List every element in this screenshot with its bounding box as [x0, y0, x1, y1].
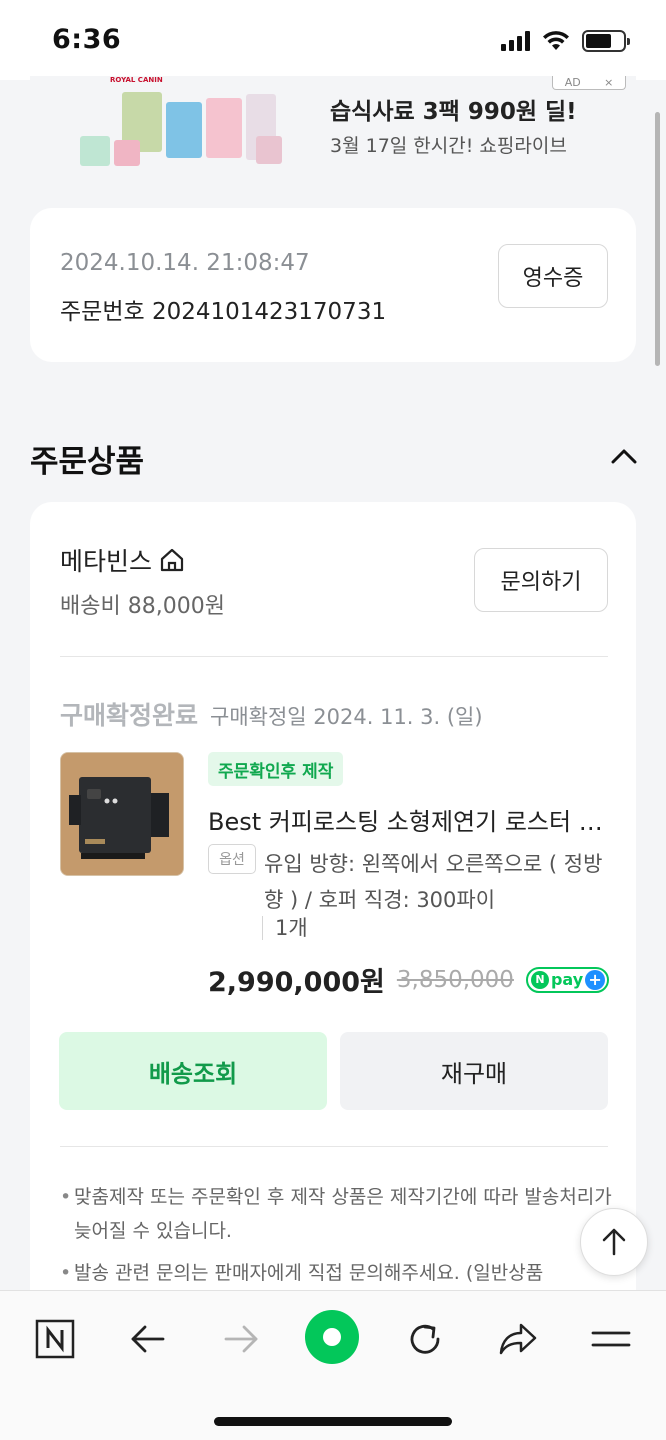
- product-image[interactable]: [60, 752, 184, 876]
- ad-brand-logo: ROYAL CANIN: [110, 76, 163, 84]
- rebuy-button[interactable]: 재구매: [340, 1032, 608, 1110]
- arrow-left-icon: [131, 1325, 165, 1353]
- order-info-card: 2024.10.14. 21:08:47 주문번호 20241014231707…: [30, 208, 636, 362]
- refresh-button[interactable]: [399, 1313, 451, 1365]
- npay-n-icon: N: [530, 970, 549, 989]
- battery-icon: [582, 30, 630, 52]
- forward-button[interactable]: [215, 1313, 267, 1365]
- green-dot-icon: [305, 1310, 359, 1364]
- share-button[interactable]: [492, 1313, 544, 1365]
- ad-banner[interactable]: ROYAL CANIN AD × 습식사료 3팩 990원 딜! 3월 17일 …: [30, 76, 636, 186]
- purchase-status-label: 구매확정완료: [60, 701, 199, 730]
- naver-n-icon: [35, 1319, 75, 1359]
- status-time: 6:36: [52, 24, 122, 55]
- naver-home-button[interactable]: [29, 1313, 81, 1365]
- original-price: 3,850,000: [396, 966, 514, 993]
- browser-toolbar: [0, 1290, 666, 1440]
- receipt-button[interactable]: 영수증: [498, 244, 608, 308]
- wifi-icon: [543, 31, 569, 50]
- ad-badge[interactable]: AD ×: [552, 76, 626, 90]
- hamburger-menu-icon: [591, 1331, 631, 1347]
- product-name[interactable]: Best 커피로스팅 소형제연기 로스터 연기 제거기: [208, 802, 608, 837]
- status-bar: 6:36: [0, 0, 666, 80]
- purchase-status: 구매확정완료 구매확정일 2024. 11. 3. (일): [60, 696, 483, 732]
- order-product-card: 메타빈스 배송비 88,000원 문의하기 구매확정완료 구매확정일 2024.…: [30, 502, 636, 1342]
- notice-item: 발송 관련 문의는 판매자에게 직접 문의해주세요. (일반상품: [60, 1256, 620, 1290]
- scrollbar: [655, 112, 660, 366]
- green-dot-button[interactable]: [302, 1307, 362, 1367]
- option-tag: 옵션: [208, 844, 256, 874]
- back-button[interactable]: [122, 1313, 174, 1365]
- section-title: 주문상품: [30, 444, 145, 480]
- divider: [60, 656, 608, 657]
- share-arrow-icon: [499, 1323, 537, 1355]
- arrow-up-icon: [602, 1228, 626, 1256]
- npay-plus-badge: N pay +: [525, 966, 610, 993]
- product-price: 2,990,000원: [208, 967, 385, 998]
- ad-subtitle: 3월 17일 한시간! 쇼핑라이브: [330, 135, 567, 157]
- plus-icon: +: [585, 969, 606, 990]
- store-home-icon[interactable]: [158, 546, 186, 574]
- price-row: 2,990,000원 3,850,000 N pay +: [208, 960, 610, 999]
- cellular-signal-icon: [501, 31, 530, 51]
- status-icons: [501, 30, 630, 52]
- arrow-right-icon: [224, 1325, 258, 1353]
- npay-label: pay: [550, 970, 584, 989]
- scroll-top-button[interactable]: [580, 1208, 648, 1276]
- ad-title: 습식사료 3팩 990원 딜!: [330, 99, 577, 125]
- chevron-up-icon[interactable]: [608, 442, 640, 470]
- inquiry-button[interactable]: 문의하기: [474, 548, 608, 612]
- product-option: 유입 방향: 왼쪽에서 오른쪽으로 ( 정방향 ) / 호퍼 직경: 300파이: [264, 852, 603, 912]
- shipping-fee: 배송비 88,000원: [60, 594, 225, 619]
- made-to-order-badge: 주문확인후 제작: [208, 752, 344, 786]
- product-quantity: 1개: [262, 916, 308, 940]
- refresh-icon: [410, 1324, 440, 1354]
- order-datetime: 2024.10.14. 21:08:47: [60, 250, 310, 276]
- order-number: 주문번호 2024101423170731: [60, 299, 387, 325]
- purchase-confirm-date: 구매확정일 2024. 11. 3. (일): [210, 705, 483, 729]
- track-delivery-button[interactable]: 배송조회: [59, 1032, 327, 1110]
- ad-close-icon[interactable]: ×: [604, 76, 613, 89]
- menu-button[interactable]: [585, 1313, 637, 1365]
- notice-item: 맞춤제작 또는 주문확인 후 제작 상품은 제작기간에 따라 발송처리가 늦어질…: [60, 1180, 620, 1248]
- seller-name-row[interactable]: 메타빈스: [60, 542, 186, 578]
- ad-product-image: ROYAL CANIN: [70, 76, 290, 171]
- ad-label: AD: [564, 76, 581, 89]
- seller-name: 메타빈스: [60, 547, 153, 576]
- divider: [60, 1146, 608, 1147]
- home-indicator: [214, 1417, 452, 1426]
